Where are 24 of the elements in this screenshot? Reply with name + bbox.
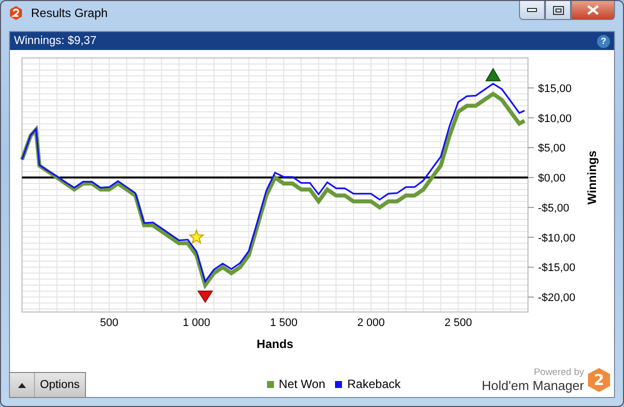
- window-title: Results Graph: [31, 6, 109, 20]
- y-tick-label: $5,00: [538, 142, 566, 155]
- x-tick-label: 1 000: [182, 317, 210, 329]
- y-axis-title: Winnings: [585, 150, 599, 204]
- x-tick-label: 2 000: [357, 317, 385, 329]
- help-button[interactable]: ?: [597, 34, 610, 48]
- y-tick-label: $15,00: [538, 82, 572, 95]
- y-tick-label: -$10,00: [538, 232, 576, 244]
- y-tick-label: -$20,00: [538, 292, 576, 304]
- y-tick-label: $0,00: [538, 172, 566, 185]
- winnings-label: Winnings: $9,37: [14, 35, 96, 47]
- options-button[interactable]: Options: [9, 372, 86, 398]
- x-tick-label: 500: [100, 317, 118, 329]
- legend-label: Net Won: [278, 377, 326, 391]
- y-tick-label: -$15,00: [538, 262, 576, 274]
- powered-by-label: Powered by: [534, 367, 584, 378]
- brand-name: Hold'em Manager: [482, 378, 584, 393]
- y-tick-label: $10,00: [538, 112, 572, 125]
- y-tick-label: -$5,00: [538, 202, 570, 214]
- brand-logo: 2: [588, 368, 610, 392]
- legend-label: Rakeback: [347, 377, 401, 391]
- x-tick-label: 1 500: [270, 317, 298, 329]
- x-tick-label: 2 500: [444, 317, 472, 329]
- x-axis-title: Hands: [256, 337, 294, 351]
